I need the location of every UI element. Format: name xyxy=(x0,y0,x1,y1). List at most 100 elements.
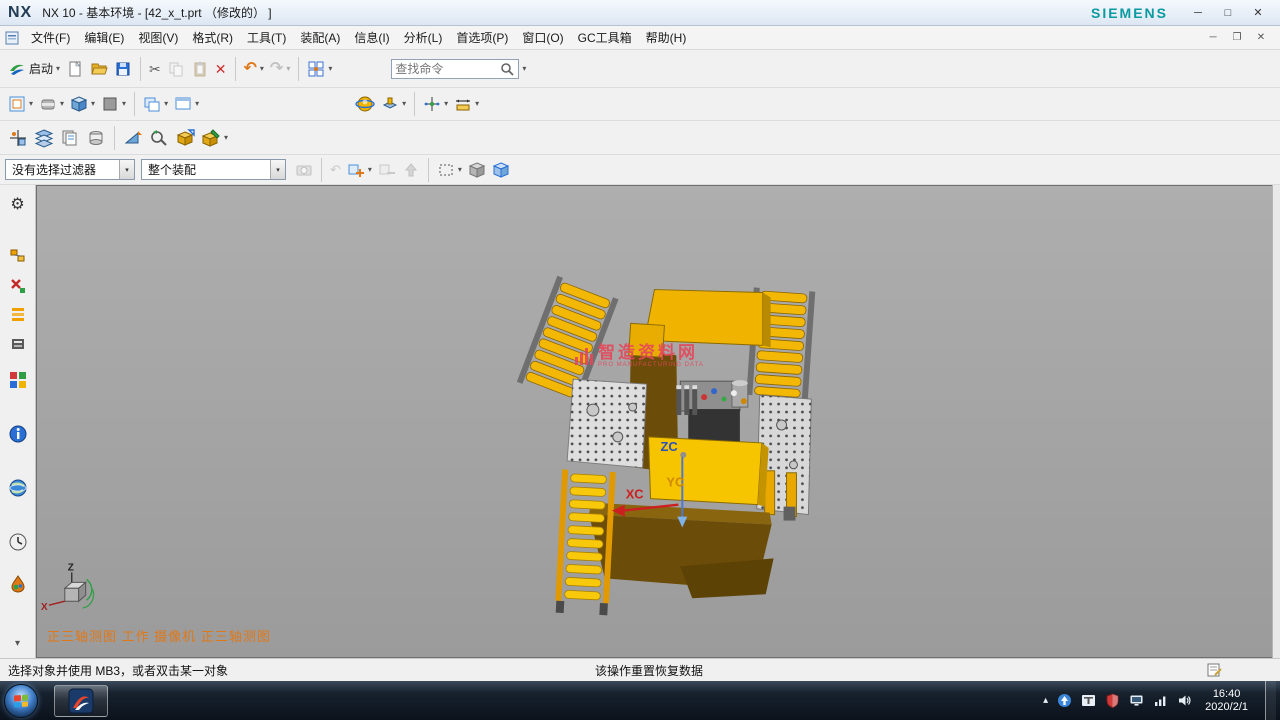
menu-analysis[interactable]: 分析(L) xyxy=(397,26,450,49)
taskbar-nx-app-button[interactable] xyxy=(54,685,108,717)
menu-tools[interactable]: 工具(T) xyxy=(240,26,293,49)
undo-icon: ↶ xyxy=(244,61,257,77)
snapshot-button[interactable] xyxy=(292,159,316,181)
ime-icon[interactable] xyxy=(1081,693,1096,708)
touch-mode-button[interactable]: ▾ xyxy=(304,58,335,80)
reference-set-button[interactable] xyxy=(83,126,109,150)
paste-button[interactable] xyxy=(188,58,212,80)
maximize-button[interactable]: □ xyxy=(1214,4,1242,22)
menu-window[interactable]: 窗口(O) xyxy=(515,26,570,49)
snap-point-button[interactable]: ▾ xyxy=(420,93,451,115)
doc-close-button[interactable]: ✕ xyxy=(1250,30,1272,46)
network-icon[interactable] xyxy=(1153,693,1168,708)
lasso-button[interactable]: ▾ xyxy=(434,159,465,181)
find-component-button[interactable] xyxy=(5,126,31,150)
graphics-viewport[interactable]: ZC YC XC Z X xyxy=(36,185,1272,658)
remove-from-selection-button[interactable] xyxy=(375,159,399,181)
copy-button[interactable] xyxy=(164,58,188,80)
command-search-input[interactable] xyxy=(395,62,499,76)
system-tray: ▴ 16:40 2020/2/1 xyxy=(1043,681,1278,720)
command-finder[interactable] xyxy=(391,59,519,79)
clock-time: 16:40 xyxy=(1205,688,1248,701)
notes-icon[interactable] xyxy=(1206,662,1222,678)
selection-filter-dropdown[interactable]: 没有选择过滤器 ▾ xyxy=(5,159,135,180)
chevron-down-icon[interactable]: ▾ xyxy=(270,160,285,179)
chevron-down-icon[interactable]: ▾ xyxy=(119,160,134,179)
component-layers-button[interactable] xyxy=(31,126,57,150)
component-sheets-button[interactable] xyxy=(57,126,83,150)
start-button[interactable]: 启动 ▾ xyxy=(5,58,63,80)
show-desktop-button[interactable] xyxy=(1265,681,1276,720)
menu-file[interactable]: 文件(F) xyxy=(24,26,77,49)
roles-gear-button[interactable]: ⚙ xyxy=(7,193,29,215)
windows-start-button[interactable] xyxy=(4,684,38,718)
background-button[interactable]: ▾ xyxy=(98,93,129,115)
minimize-button[interactable]: ─ xyxy=(1184,4,1212,22)
menu-edit[interactable]: 编辑(E) xyxy=(77,26,131,49)
doc-restore-button[interactable]: ❐ xyxy=(1226,30,1248,46)
menu-preferences[interactable]: 首选项(P) xyxy=(449,26,515,49)
undo-button[interactable]: ↶ ▾ xyxy=(241,59,267,79)
materials-button[interactable] xyxy=(7,573,29,595)
selection-scope-dropdown[interactable]: 整个装配 ▾ xyxy=(141,159,286,180)
search-options-button[interactable]: ▾ xyxy=(519,63,529,75)
measure-button[interactable]: ▾ xyxy=(451,93,482,115)
volume-icon[interactable] xyxy=(1177,693,1192,708)
orient-view-button[interactable]: ▾ xyxy=(5,93,36,115)
move-component-button[interactable] xyxy=(120,126,146,150)
watermark: 智造资料网 PRO MANUFACTURING DATA xyxy=(575,344,704,368)
reuse-library-icon xyxy=(9,335,27,353)
menu-format[interactable]: 格式(R) xyxy=(185,26,240,49)
delete-button[interactable]: ✕ xyxy=(212,60,230,78)
info-icon xyxy=(8,424,28,444)
caret-icon: ▾ xyxy=(122,100,126,108)
select-previous-button[interactable]: ↶ xyxy=(327,161,344,178)
caret-icon: ▾ xyxy=(522,65,526,73)
part-navigator-button[interactable] xyxy=(7,303,29,325)
security-shield-icon[interactable] xyxy=(1105,693,1120,708)
hidden-icons-chevron[interactable]: ▴ xyxy=(1043,695,1048,706)
add-to-selection-button[interactable]: ▾ xyxy=(344,159,375,181)
new-file-button[interactable] xyxy=(63,58,87,80)
redo-icon: ↷ xyxy=(270,61,283,77)
assembly-navigator-button[interactable] xyxy=(7,245,29,267)
view-cube-button[interactable]: ▾ xyxy=(67,93,98,115)
assembly-constraints-button[interactable] xyxy=(146,126,172,150)
layout-button[interactable]: ▾ xyxy=(140,93,171,115)
update-icon[interactable] xyxy=(1057,693,1072,708)
caret-icon: ▾ xyxy=(286,65,290,73)
palette-button[interactable] xyxy=(7,369,29,391)
resource-bar-scroll-down[interactable]: ▾ xyxy=(7,632,29,654)
menu-information[interactable]: 信息(I) xyxy=(347,26,396,49)
menu-gc-toolbox[interactable]: GC工具箱 xyxy=(571,26,639,49)
constraint-navigator-button[interactable] xyxy=(7,275,29,297)
search-icon[interactable] xyxy=(499,61,515,77)
taskbar-clock[interactable]: 16:40 2020/2/1 xyxy=(1205,688,1248,714)
display-icon[interactable] xyxy=(1129,693,1144,708)
menu-help[interactable]: 帮助(H) xyxy=(639,26,694,49)
close-button[interactable]: ✕ xyxy=(1244,4,1272,22)
history-button[interactable] xyxy=(7,531,29,553)
reuse-library-button[interactable] xyxy=(7,333,29,355)
menu-assemblies[interactable]: 装配(A) xyxy=(293,26,347,49)
edit-suppression-button[interactable]: ▾ xyxy=(198,126,231,150)
menu-view[interactable]: 视图(V) xyxy=(131,26,185,49)
render-style-button[interactable]: ▾ xyxy=(36,93,67,115)
web-browser-button[interactable] xyxy=(7,477,29,499)
doc-minimize-button[interactable]: ─ xyxy=(1202,30,1224,46)
document-icon[interactable] xyxy=(4,30,20,46)
select-wireframe-button[interactable] xyxy=(489,159,513,181)
display-mode-button[interactable]: ▾ xyxy=(171,93,202,115)
select-solid-button[interactable] xyxy=(465,159,489,181)
save-button[interactable] xyxy=(111,58,135,80)
info-button[interactable] xyxy=(7,423,29,445)
work-section-button[interactable]: ▾ xyxy=(378,93,409,115)
redo-button[interactable]: ↷ ▾ xyxy=(267,59,293,79)
caret-icon: ▾ xyxy=(444,100,448,108)
open-file-button[interactable] xyxy=(87,58,111,80)
view-triad: Z X xyxy=(41,562,94,613)
cut-button[interactable]: ✂ xyxy=(146,60,164,78)
rotate-view-button[interactable] xyxy=(352,92,378,116)
exploded-view-button[interactable] xyxy=(172,126,198,150)
selection-up-button[interactable] xyxy=(399,159,423,181)
